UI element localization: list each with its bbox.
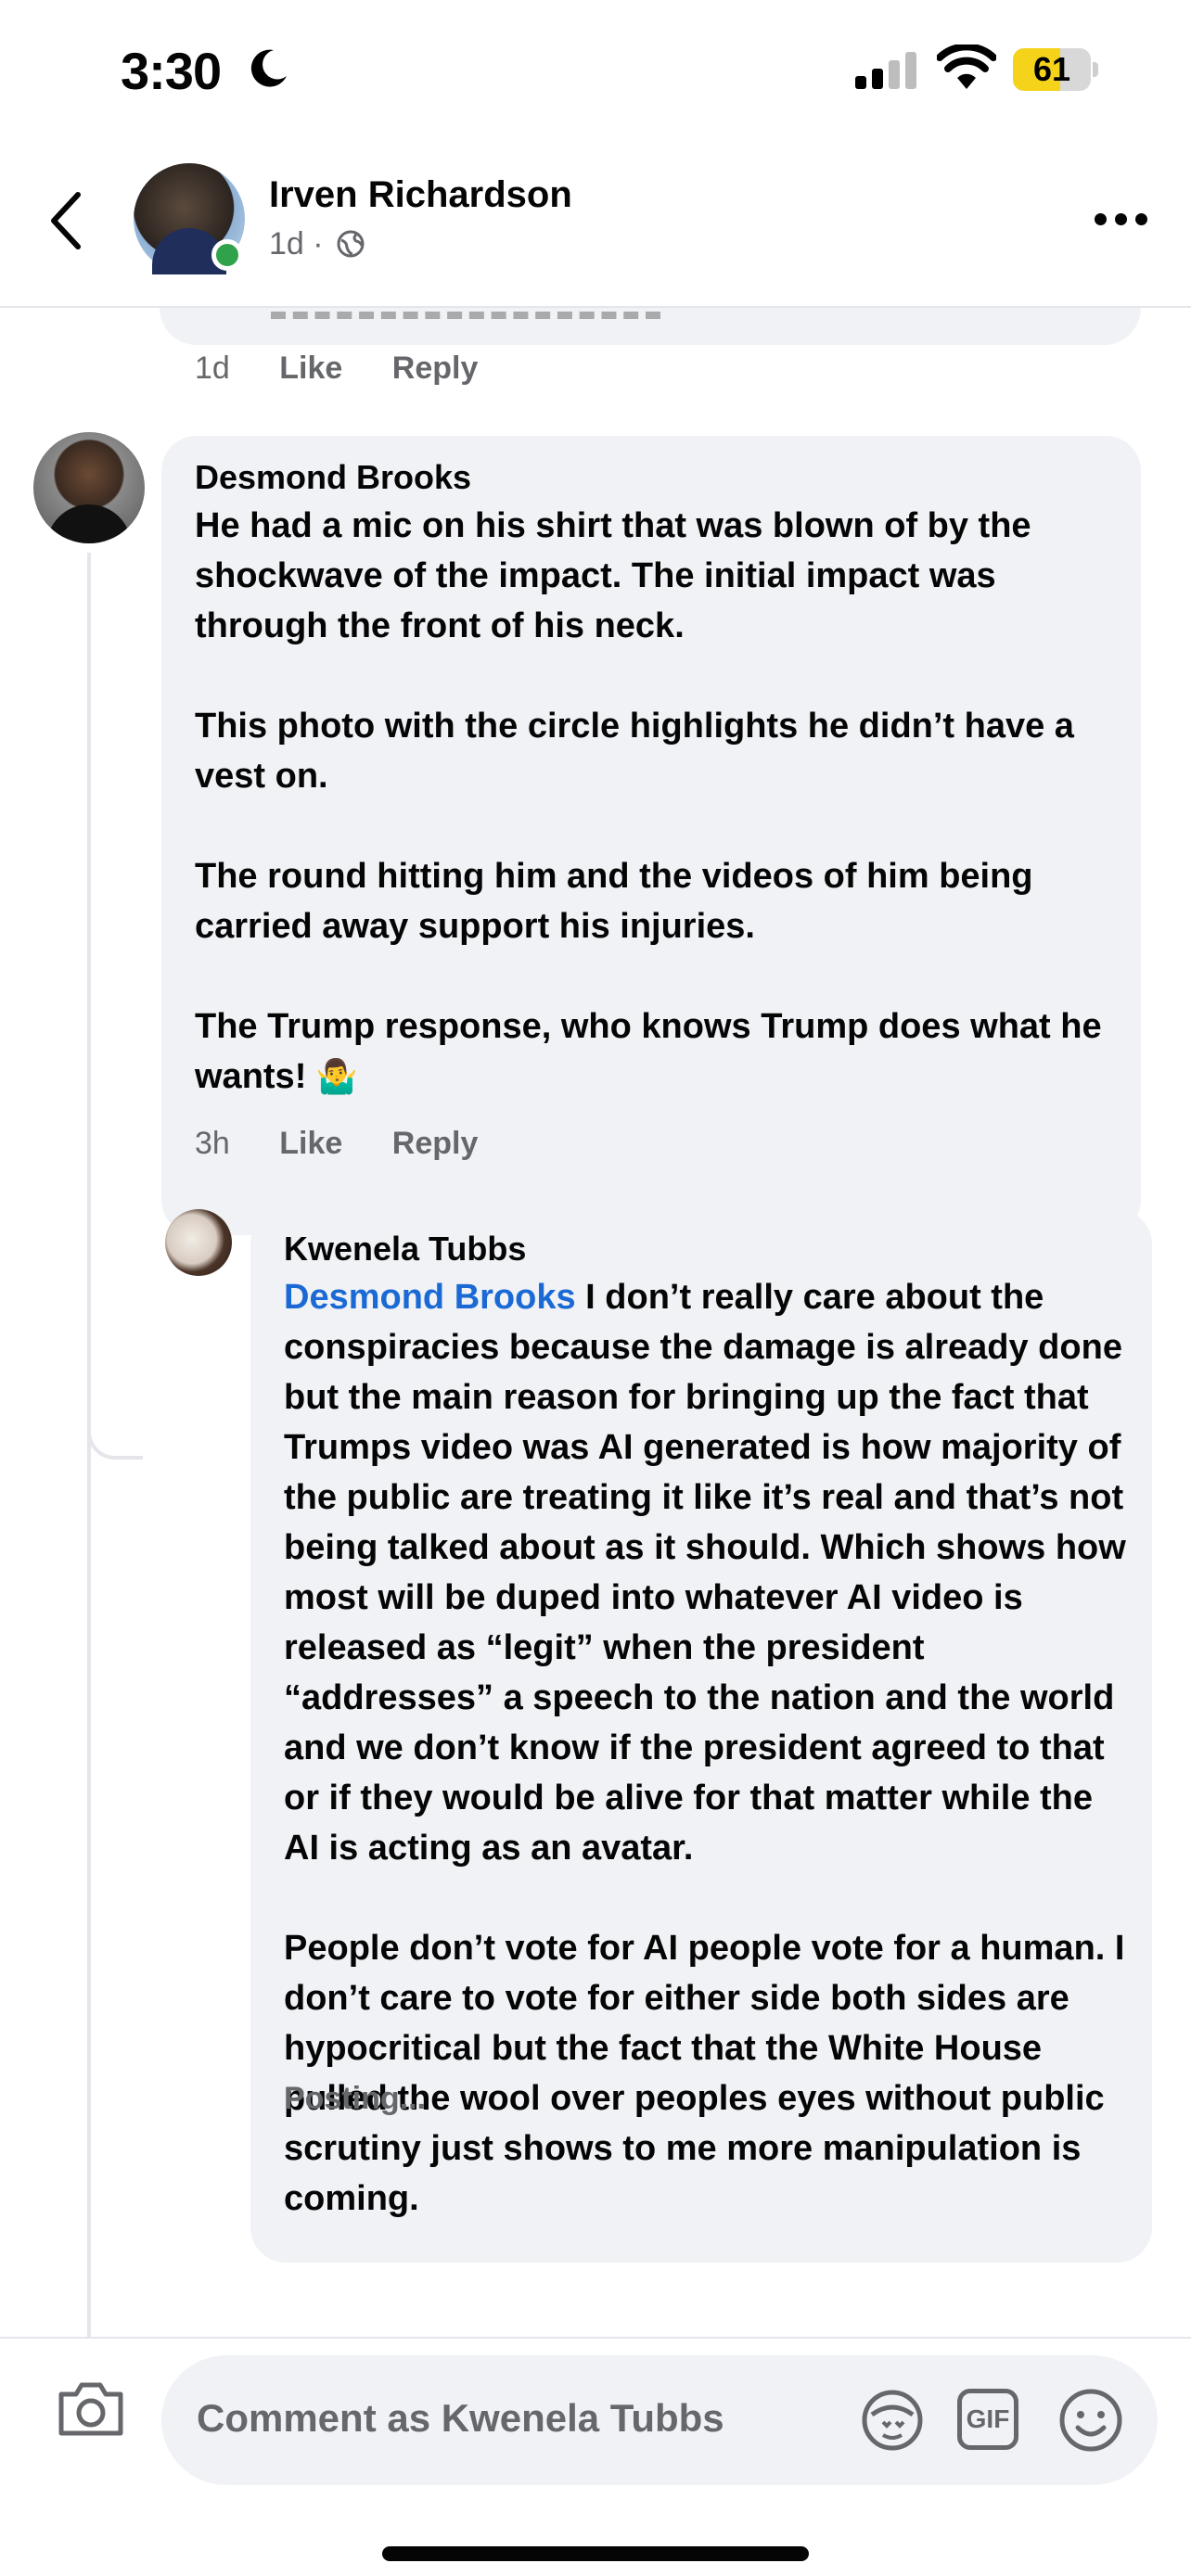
- more-dots-icon[interactable]: [1095, 210, 1150, 228]
- emoji-icon[interactable]: [1057, 2387, 1124, 2454]
- like-button[interactable]: Like: [279, 1126, 342, 1161]
- comment-placeholder: Comment as Kwenela Tubbs: [197, 2396, 724, 2440]
- like-button[interactable]: Like: [279, 351, 342, 386]
- mention-link[interactable]: Desmond Brooks: [284, 1278, 576, 1317]
- comment-actions: 3h Like Reply: [195, 1126, 519, 1162]
- gif-icon[interactable]: GIF: [957, 2389, 1018, 2450]
- globe-icon: [337, 230, 365, 258]
- reply-button[interactable]: Reply: [392, 1126, 479, 1161]
- shrug-emoji: 🤷‍♂️: [315, 1057, 358, 1095]
- comments-list: 1d Like Reply Desmond Brooks He had a mi…: [0, 308, 1191, 2337]
- commenter-avatar[interactable]: [33, 432, 145, 543]
- online-status-dot: [211, 239, 243, 271]
- battery-icon: 61: [1013, 48, 1098, 91]
- post-meta: 1d ·: [269, 226, 365, 262]
- post-header: Irven Richardson 1d ·: [0, 139, 1191, 308]
- post-age: 1d ·: [269, 226, 324, 261]
- comment-time: 1d: [195, 351, 230, 386]
- camera-icon[interactable]: [56, 2378, 126, 2439]
- home-indicator: [382, 2546, 809, 2561]
- comment-composer: Comment as Kwenela Tubbs GIF: [0, 2337, 1191, 2576]
- author-name[interactable]: Irven Richardson: [269, 174, 572, 216]
- avatar-sticker-icon[interactable]: [859, 2387, 926, 2454]
- wifi-icon: [937, 45, 996, 89]
- reply-button[interactable]: Reply: [392, 351, 479, 386]
- comment-time: 3h: [195, 1126, 230, 1161]
- reply-author[interactable]: Kwenela Tubbs: [284, 1230, 1130, 1269]
- status-bar: 3:30 61: [0, 0, 1191, 139]
- previous-comment-bubble: [160, 308, 1141, 345]
- posting-status: Posting...: [284, 2081, 426, 2116]
- moon-icon: [250, 49, 287, 87]
- comment-bubble[interactable]: Desmond Brooks He had a mic on his shirt…: [161, 436, 1141, 1235]
- battery-level: 61: [1032, 50, 1071, 88]
- back-chevron-icon[interactable]: [45, 187, 89, 254]
- cellular-signal-icon: [855, 52, 916, 89]
- status-time: 3:30: [121, 42, 222, 100]
- comment-author[interactable]: Desmond Brooks: [195, 458, 1122, 497]
- previous-comment-actions: 1d Like Reply: [195, 351, 519, 387]
- comment-input[interactable]: Comment as Kwenela Tubbs GIF: [161, 2355, 1158, 2485]
- thread-connector: [87, 1421, 143, 1460]
- comment-text: He had a mic on his shirt that was blown…: [195, 506, 1102, 1096]
- reply-avatar[interactable]: [165, 1209, 232, 1276]
